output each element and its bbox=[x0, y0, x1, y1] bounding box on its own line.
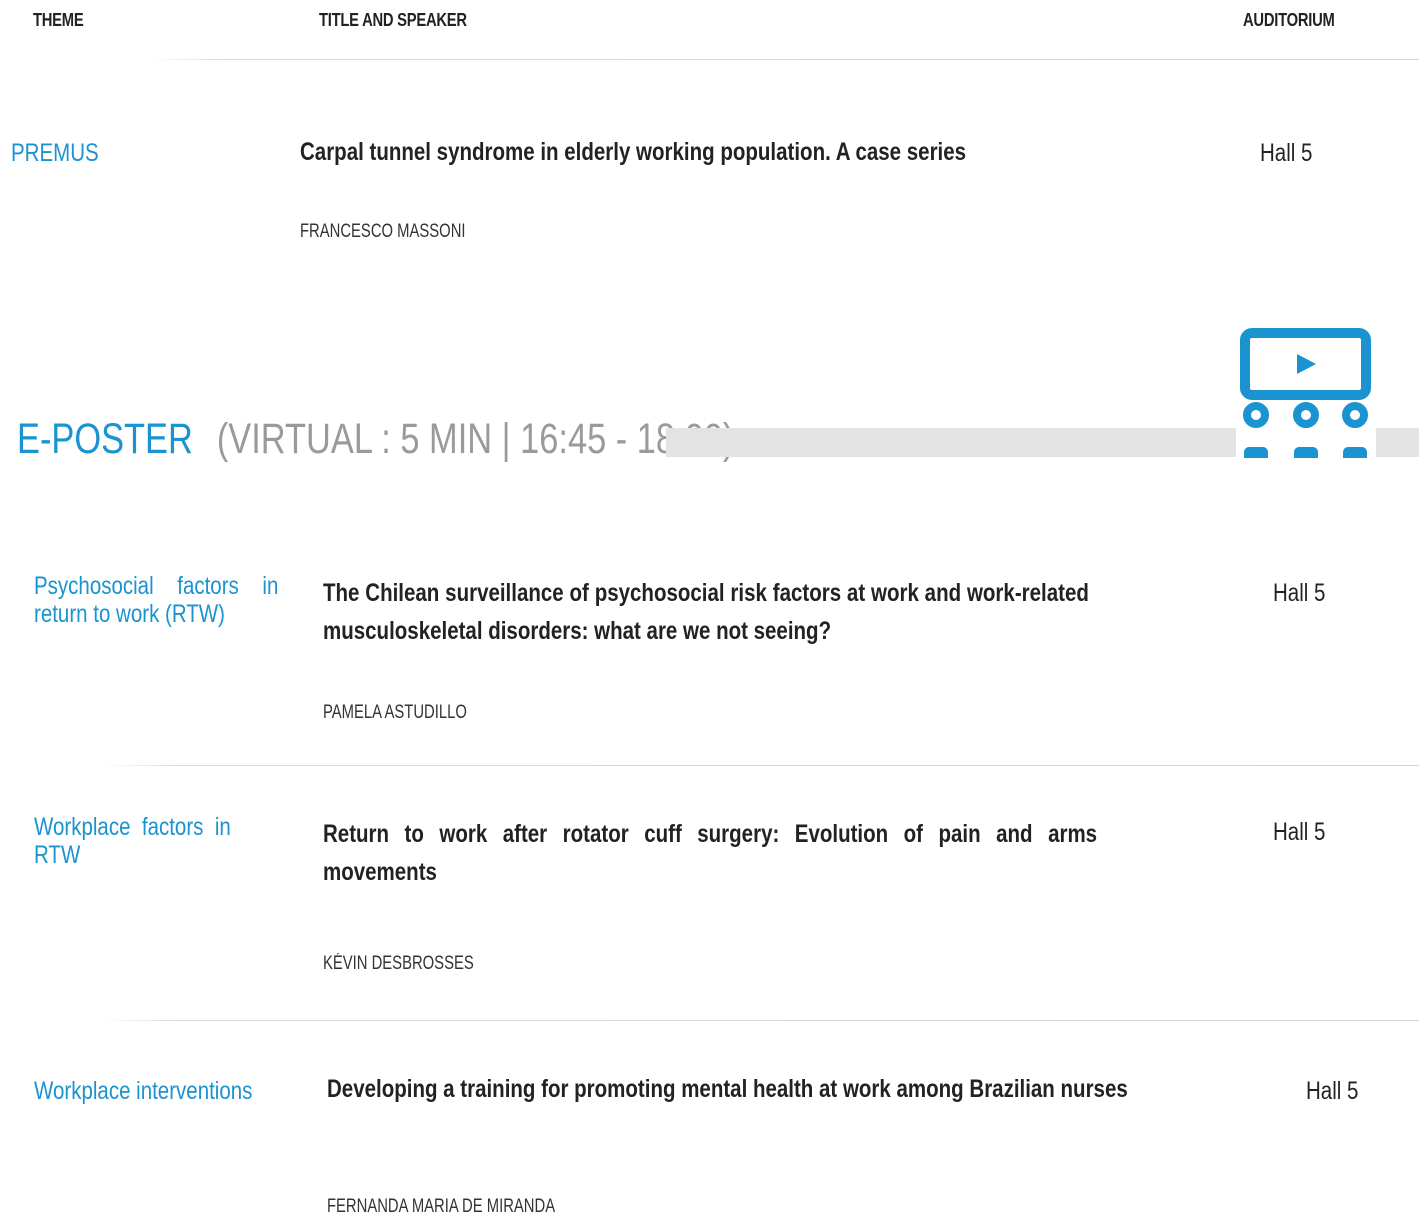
video-conference-icon bbox=[1236, 326, 1376, 458]
section-title-main: E-POSTER bbox=[17, 415, 193, 463]
hall-row-3: Hall 5 bbox=[1306, 1077, 1359, 1105]
session-theme-psychosocial[interactable]: Psychosocial factors in return to work (… bbox=[34, 572, 278, 628]
session-theme-workplace-interventions[interactable]: Workplace interventions bbox=[34, 1077, 252, 1105]
speaker-name-desbrosses: KÉVIN DESBROSSES bbox=[323, 953, 474, 974]
hall-premus: Hall 5 bbox=[1260, 139, 1313, 167]
session-theme-workplace-factors[interactable]: Workplace factors in RTW bbox=[34, 813, 231, 869]
theme-column-header: THEME bbox=[33, 10, 84, 30]
row-divider bbox=[100, 1020, 1419, 1021]
speaker-name-astudillo: PAMELA ASTUDILLO bbox=[323, 702, 467, 723]
talk-title-chilean-surveillance[interactable]: The Chilean surveillance of psychosocial… bbox=[323, 574, 1089, 650]
hall-row-1: Hall 5 bbox=[1273, 579, 1326, 607]
section-title-eposter: E-POSTER (VIRTUAL : 5 MIN | 16:45 - 18:00… bbox=[17, 414, 734, 464]
talk-title-mental-health-training[interactable]: Developing a training for promoting ment… bbox=[327, 1070, 1151, 1108]
talk-title-rotator-cuff[interactable]: Return to work after rotator cuff surger… bbox=[323, 815, 1097, 891]
speaker-name-de-miranda: FERNANDA MARIA DE MIRANDA bbox=[327, 1196, 556, 1217]
row-divider bbox=[100, 765, 1419, 766]
auditorium-column-header: AUDITORIUM bbox=[1243, 10, 1335, 30]
speaker-name-premus: FRANCESCO MASSONI bbox=[300, 221, 466, 242]
title-speaker-column-header: TITLE AND SPEAKER bbox=[319, 10, 467, 30]
header-divider bbox=[150, 59, 1419, 60]
section-subtitle: (VIRTUAL : 5 MIN | 16:45 - 18:00) bbox=[216, 415, 735, 463]
talk-title-premus[interactable]: Carpal tunnel syndrome in elderly workin… bbox=[300, 133, 966, 171]
hall-row-2: Hall 5 bbox=[1273, 818, 1326, 846]
session-theme-premus[interactable]: PREMUS bbox=[11, 139, 99, 167]
